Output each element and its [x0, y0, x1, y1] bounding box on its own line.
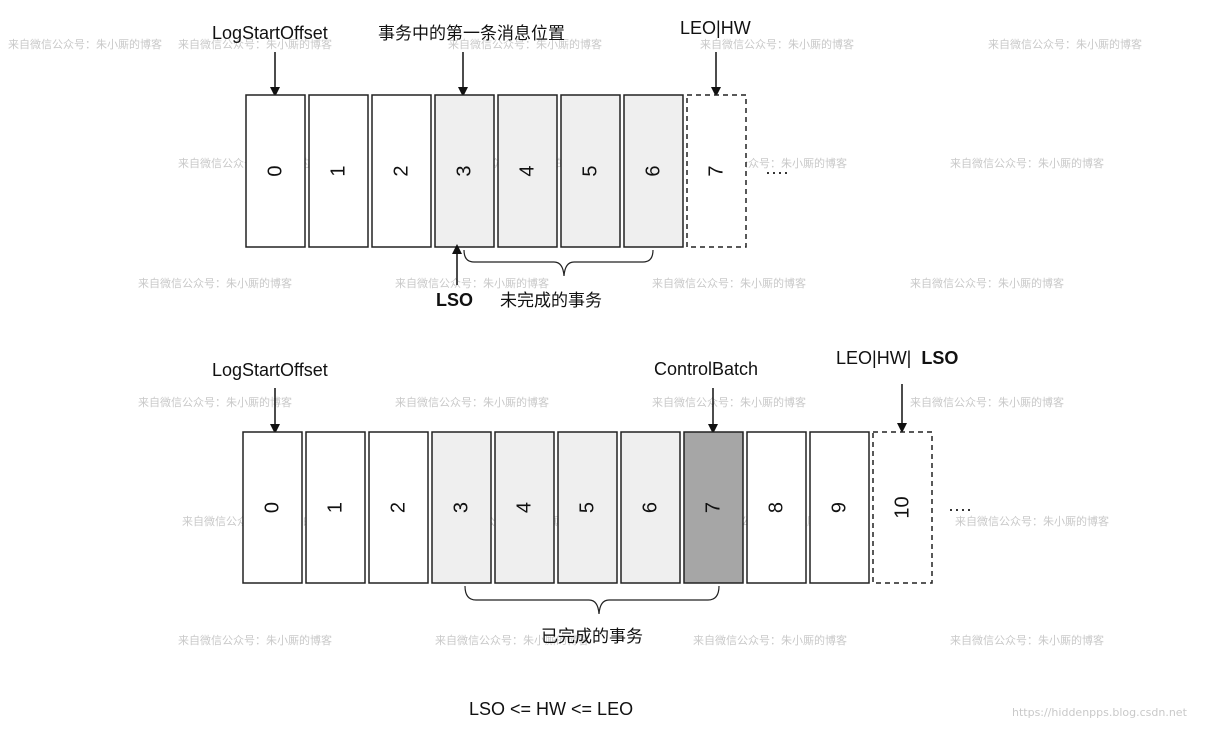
top-first-msg-label: 事务中的第一条消息位置 [378, 24, 565, 44]
watermark: 来自微信公众号：朱小厮的博客 [8, 37, 162, 51]
top-log-start-offset-label: LogStartOffset [212, 23, 328, 43]
unfinished-brace [463, 249, 654, 277]
top-cell-label-7: 7 [706, 165, 728, 176]
top-cell-label-2: 2 [391, 165, 413, 176]
unfinished-txn-label: 未完成的事务 [500, 291, 602, 311]
bottom-cell-label-7: 7 [703, 502, 725, 513]
log-offset-diagram: 来自微信公众号：朱小厮的博客 来自微信公众号：朱小厮的博客 来自微信公众号：朱小… [8, 18, 1188, 719]
top-cell-label-5: 5 [580, 165, 602, 176]
top-cell-label-0: 0 [265, 165, 287, 176]
bottom-log-cells: 0 1 2 3 4 5 6 7 8 9 10 [242, 431, 933, 584]
url-watermark: https://hiddenpps.blog.csdn.net [1012, 706, 1188, 719]
bottom-cell-label-1: 1 [325, 502, 347, 513]
top-lso-label: LSO [436, 290, 473, 310]
lso-hw-leo-formula: LSO <= HW <= LEO [469, 699, 633, 719]
bottom-cell-label-0: 0 [262, 502, 284, 513]
bottom-leo-hw-text: LEO|HW| [836, 348, 911, 368]
bottom-cell-label-6: 6 [640, 502, 662, 513]
bottom-ellipsis: ···· [948, 499, 972, 519]
top-cell-label-6: 6 [643, 165, 665, 176]
top-cell-label-3: 3 [454, 165, 476, 176]
watermark: 来自微信公众号：朱小厮的博客 [652, 276, 806, 290]
watermark: 来自微信公众号：朱小厮的博客 [910, 276, 1064, 290]
top-diagram: LogStartOffset 事务中的第一条消息位置 LEO|HW 0 1 2 3 4 5… [212, 18, 789, 311]
top-cell-label-1: 1 [328, 165, 350, 176]
watermark: 来自微信公众号：朱小厮的博客 [652, 395, 806, 409]
top-cell-label-4: 4 [517, 165, 539, 176]
bottom-cell-label-10: 10 [892, 496, 914, 518]
control-batch-label: ControlBatch [654, 359, 758, 379]
bottom-leo-hw-label: LEO|HW| LSO [836, 348, 958, 368]
watermark: 来自微信公众号：朱小厮的博客 [138, 395, 292, 409]
watermark: 来自微信公众号：朱小厮的博客 [178, 633, 332, 647]
watermark: 来自微信公众号：朱小厮的博客 [395, 276, 549, 290]
watermark: 来自微信公众号：朱小厮的博客 [138, 276, 292, 290]
top-ellipsis: ···· [765, 162, 789, 182]
bottom-cell-label-4: 4 [514, 502, 536, 513]
top-log-cells: 0 1 2 3 4 5 6 7 [245, 94, 747, 248]
watermark: 来自微信公众号：朱小厮的博客 [950, 156, 1104, 170]
watermark: 来自微信公众号：朱小厮的博客 [950, 633, 1104, 647]
bottom-cell-label-8: 8 [766, 502, 788, 513]
bottom-lso-text: LSO [921, 348, 958, 368]
finished-txn-label: 已完成的事务 [541, 627, 643, 647]
top-leo-hw-label: LEO|HW [680, 18, 751, 38]
bottom-cell-label-9: 9 [829, 502, 851, 513]
watermark: 来自微信公众号：朱小厮的博客 [955, 514, 1109, 528]
bottom-log-start-offset-label: LogStartOffset [212, 360, 328, 380]
bottom-cell-label-2: 2 [388, 502, 410, 513]
bottom-cell-label-3: 3 [451, 502, 473, 513]
bottom-diagram: LogStartOffset ControlBatch LEO|HW| LSO … [212, 348, 972, 647]
bottom-cell-label-5: 5 [577, 502, 599, 513]
watermark: 来自微信公众号：朱小厮的博客 [693, 633, 847, 647]
watermark: 来自微信公众号：朱小厮的博客 [395, 395, 549, 409]
watermark: 来自微信公众号：朱小厮的博客 [988, 37, 1142, 51]
watermark: 来自微信公众号：朱小厮的博客 [700, 37, 854, 51]
watermark: 来自微信公众号：朱小厮的博客 [910, 395, 1064, 409]
finished-brace [464, 585, 720, 615]
